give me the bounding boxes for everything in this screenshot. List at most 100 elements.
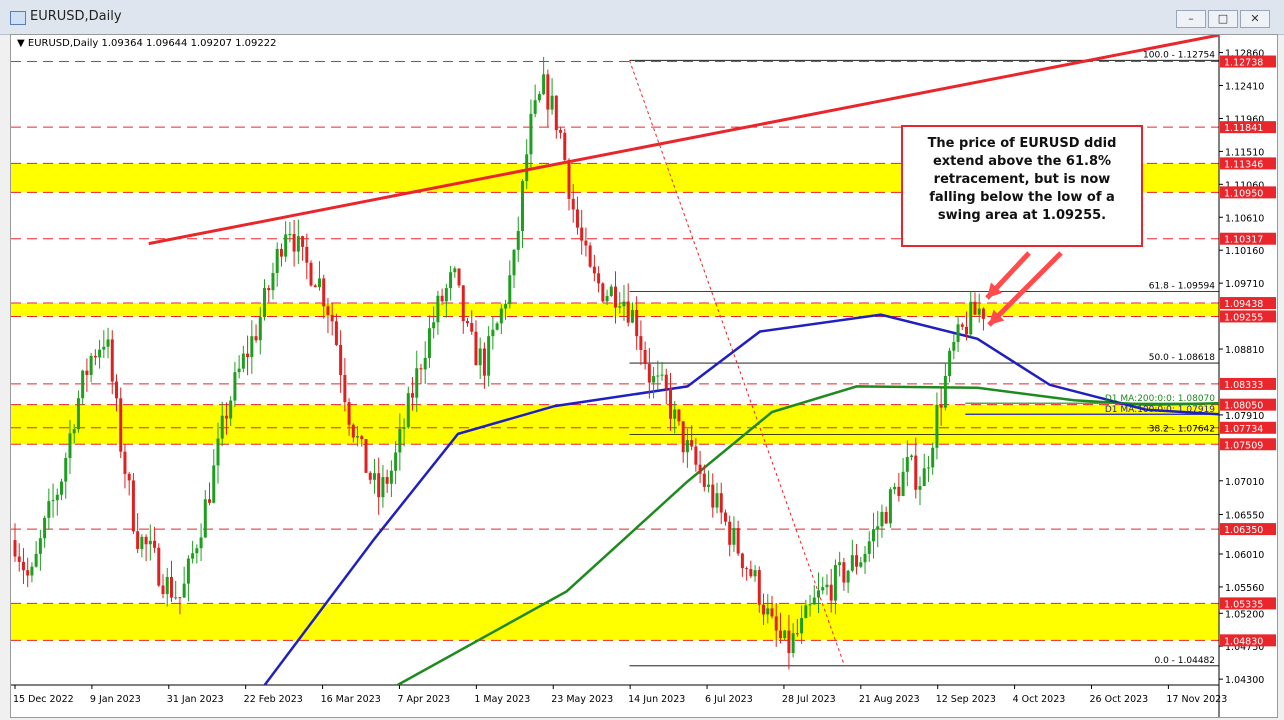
candle-body	[969, 301, 973, 335]
candle-body	[106, 339, 110, 347]
price-tag-label-2: 1.11346	[1224, 159, 1263, 170]
price-tag-label-9: 1.07734	[1224, 424, 1263, 435]
candle-body	[592, 266, 596, 274]
candle-body	[444, 288, 448, 302]
close-button[interactable]: ✕	[1240, 10, 1270, 28]
candle-body	[461, 285, 465, 322]
candle-body	[668, 388, 672, 419]
candle-body	[136, 531, 140, 549]
candle-body	[153, 540, 157, 548]
candle-body	[956, 324, 960, 342]
candle-body	[935, 404, 939, 448]
candle-body	[131, 480, 135, 532]
y-tick-label-3: 1.11510	[1225, 147, 1264, 158]
price-tag-label-11: 1.06350	[1224, 525, 1263, 536]
x-tick-label-0: 15 Dec 2022	[13, 694, 74, 705]
restore-button[interactable]: □	[1208, 10, 1238, 28]
candle-body	[762, 604, 766, 615]
candle-body	[728, 521, 732, 545]
x-tick-label-8: 14 Jun 2023	[628, 694, 685, 705]
candle-body	[525, 154, 529, 182]
candle-body	[977, 308, 981, 315]
candle-body	[567, 159, 571, 199]
candle-body	[250, 336, 254, 358]
candle-body	[800, 618, 804, 634]
fib-level-label-3: 38.2 - 1.07642	[1149, 425, 1215, 435]
candle-body	[753, 570, 757, 577]
x-tick-label-11: 21 Aug 2023	[859, 694, 920, 705]
candle-body	[13, 540, 17, 557]
candle-body	[309, 262, 313, 286]
candle-body	[102, 346, 106, 350]
candle-body	[279, 248, 283, 257]
collapse-triangle-icon[interactable]: ▼	[17, 38, 25, 49]
candle-body	[60, 481, 64, 495]
candle-body	[487, 336, 491, 376]
window-titlebar: EURUSD,Daily – □ ✕	[0, 0, 1284, 35]
candle-body	[554, 95, 558, 131]
x-tick-label-1: 9 Jan 2023	[90, 694, 141, 705]
candle-body	[30, 566, 34, 576]
chart-ohlc: 1.09364 1.09644 1.09207 1.09222	[101, 38, 277, 49]
price-tag-label-5: 1.09438	[1224, 299, 1263, 310]
x-tick-label-4: 16 Mar 2023	[321, 694, 381, 705]
x-tick-label-7: 23 May 2023	[551, 694, 613, 705]
candle-body	[169, 576, 173, 598]
x-tick-label-10: 28 Jul 2023	[782, 694, 836, 705]
candle-body	[673, 409, 677, 419]
fib-level-label-4: 0.0 - 1.04482	[1155, 656, 1216, 666]
candle-body	[43, 517, 47, 539]
candle-body	[804, 605, 808, 619]
candle-body	[698, 464, 702, 474]
candle-body	[330, 314, 334, 322]
x-tick-label-13: 4 Oct 2023	[1013, 694, 1066, 705]
candle-body	[770, 608, 774, 617]
minimize-button[interactable]: –	[1176, 10, 1206, 28]
candle-body	[846, 570, 850, 583]
candle-body	[812, 597, 816, 605]
candle-body	[351, 424, 355, 438]
candle-body	[334, 321, 338, 345]
candle-body	[533, 100, 537, 114]
candle-body	[406, 393, 410, 428]
yellow-zone-4	[11, 603, 1219, 641]
candle-body	[550, 95, 554, 110]
candle-body	[114, 381, 118, 399]
candle-body	[394, 452, 398, 471]
candle-body	[808, 604, 812, 606]
candle-body	[749, 569, 753, 577]
chart-frame[interactable]: 1.12860 1.12410 1.11960 1.11510 1.11060 1.106…	[10, 34, 1278, 718]
candle-body	[546, 74, 550, 110]
candle-body	[926, 467, 930, 469]
candle-body	[216, 438, 220, 466]
ma-level-label-0: D1 MA:200:0:0: 1.08070	[1105, 394, 1215, 404]
candle-body	[17, 556, 21, 562]
candle-body	[783, 630, 787, 639]
candle-body	[449, 272, 453, 289]
candle-body	[905, 457, 909, 472]
price-tag-label-7: 1.08333	[1224, 380, 1263, 391]
price-tag-label-1: 1.11841	[1224, 123, 1263, 134]
candle-body	[288, 233, 292, 235]
x-tick-label-12: 12 Sep 2023	[936, 694, 996, 705]
candle-body	[237, 368, 241, 373]
x-tick-label-14: 26 Oct 2023	[1090, 694, 1149, 705]
candle-body	[575, 209, 579, 228]
candle-body	[740, 553, 744, 569]
y-tick-label-9: 1.07910	[1225, 411, 1264, 422]
candle-body	[224, 415, 228, 419]
candle-body	[791, 633, 795, 654]
candle-body	[563, 132, 567, 160]
candle-body	[981, 308, 985, 319]
candle-body	[745, 568, 749, 570]
candle-body	[491, 329, 495, 337]
candle-body	[402, 427, 406, 429]
chart-window-icon	[10, 11, 26, 25]
candle-body	[508, 275, 512, 305]
x-tick-label-15: 17 Nov 2023	[1166, 694, 1227, 705]
candle-body	[918, 486, 922, 490]
candle-body	[343, 375, 347, 403]
candle-body	[863, 553, 867, 563]
candle-body	[93, 355, 97, 358]
annotation-callout: The price of EURUSD ddid extend above th…	[901, 125, 1143, 247]
